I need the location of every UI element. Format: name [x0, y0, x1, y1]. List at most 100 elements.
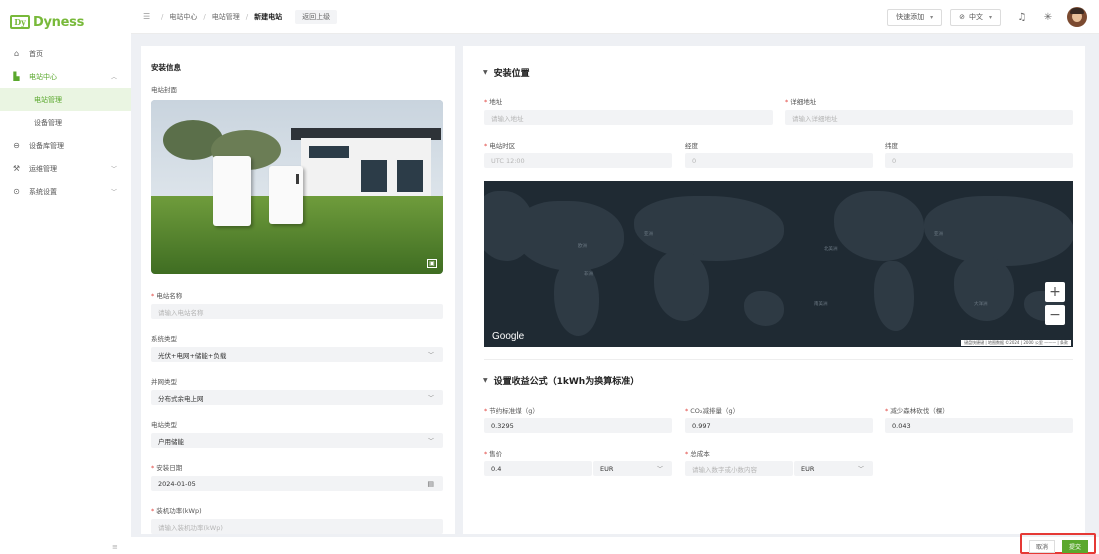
sun-icon[interactable]: ✳	[1039, 8, 1057, 26]
breadcrumb: / 电站中心 / 电站管理 / 新建电站	[158, 12, 285, 22]
total-cost-input[interactable]: 请输入数字或小数内容	[685, 461, 793, 476]
top-right-tools: 快速添加 ▾ ⊘ 中文 ▾ ♫ ✳	[887, 0, 1099, 34]
address-input[interactable]: 请输入地址	[484, 110, 773, 125]
price-currency-select[interactable]: EUR ﹀	[593, 461, 672, 476]
grid-type-label: 并网类型	[151, 378, 177, 386]
install-date-label: * 安装日期	[151, 464, 183, 472]
cover-battery-unit	[213, 156, 251, 226]
longitude-input[interactable]: 0	[685, 153, 873, 168]
submit-button[interactable]: 提交	[1062, 540, 1088, 553]
location-map[interactable]: 欧洲 亚洲 非洲 北美洲 南美洲 亚洲 大洋洲 Google + − 键盘快捷键…	[484, 181, 1073, 347]
tools-icon: ⚒	[12, 164, 21, 173]
language-dropdown[interactable]: ⊘ 中文 ▾	[950, 8, 1001, 26]
logo-mark: Dy	[10, 15, 30, 29]
location-section-title[interactable]: ▼ 安装位置	[483, 66, 530, 79]
back-button[interactable]: 返回上级	[295, 9, 338, 24]
sidebar-item-system-settings[interactable]: ⊙ 系统设置 ﹀	[0, 180, 131, 203]
tree-saving-label: * 减少森林砍伐（棵）	[885, 407, 949, 415]
google-logo: Google	[492, 331, 525, 342]
chevron-down-icon: ▾	[930, 13, 934, 21]
system-type-label: 系统类型	[151, 335, 177, 343]
total-cost-label: * 总成本	[685, 450, 710, 458]
location-title-text: 安装位置	[493, 69, 530, 79]
avatar[interactable]	[1067, 7, 1087, 27]
price-currency-value: EUR	[600, 464, 614, 473]
install-info-panel: 安装信息 电站封面 ▣ * 电站名称 请输入电站名称 系统类型 光伏+电网+储能+…	[141, 46, 455, 534]
chevron-down-icon: ﹀	[427, 352, 434, 359]
breadcrumb-separator: /	[203, 12, 206, 21]
cancel-button[interactable]: 取消	[1029, 540, 1055, 553]
coal-saving-input[interactable]: 0.3295	[484, 418, 672, 433]
map-place-label: 非洲	[584, 272, 593, 277]
co2-reduction-input[interactable]: 0.997	[685, 418, 873, 433]
map-place-label: 亚洲	[934, 232, 943, 237]
bell-icon[interactable]: ♫	[1013, 8, 1031, 26]
logo-wordmark: Dyness	[33, 14, 85, 30]
capacity-input[interactable]: 请输入装机功率(kWp)	[151, 519, 443, 534]
cover-window	[309, 146, 349, 158]
map-land	[924, 196, 1073, 266]
dyness-logo[interactable]: Dy Dyness	[10, 14, 84, 30]
detail-address-label: * 详细地址	[785, 98, 817, 106]
chevron-up-icon: ︿	[110, 74, 117, 81]
latitude-input[interactable]: 0	[885, 153, 1073, 168]
sidebar-item-device-library[interactable]: ⊖ 设备库管理	[0, 134, 131, 157]
chevron-down-icon: ﹀	[656, 466, 663, 473]
breadcrumb-item[interactable]: 电站管理	[209, 12, 243, 22]
map-land	[874, 261, 914, 331]
cover-label: 电站封面	[151, 86, 177, 94]
timezone-label: * 电站时区	[484, 142, 516, 150]
grid-type-select[interactable]: 分布式余电上网 ﹀	[151, 390, 443, 405]
sidebar-item-label: 电站中心	[29, 72, 57, 81]
footer-bar	[131, 537, 1099, 554]
revenue-section-title[interactable]: ▼ 设置收益公式（1kWh为换算标准）	[483, 374, 639, 387]
install-date-picker[interactable]: 2024-01-05 ▤	[151, 476, 443, 491]
cost-currency-select[interactable]: EUR ﹀	[794, 461, 873, 476]
map-place-label: 北美洲	[824, 247, 838, 252]
sidebar-item-label: 设备库管理	[29, 141, 64, 150]
sidebar-item-station-center[interactable]: ▙ 电站中心 ︿	[0, 65, 131, 88]
system-type-select[interactable]: 光伏+电网+储能+负载 ﹀	[151, 347, 443, 362]
breadcrumb-separator: /	[161, 12, 164, 21]
map-land	[744, 291, 784, 326]
calendar-icon: ▤	[427, 479, 434, 488]
breadcrumb-separator: /	[245, 12, 249, 21]
collapse-triangle-icon: ▼	[483, 69, 488, 76]
station-cover-image[interactable]: ▣	[151, 100, 443, 274]
cover-window	[397, 160, 423, 192]
map-land	[834, 191, 924, 261]
system-type-value: 光伏+电网+储能+负载	[158, 351, 227, 360]
coal-saving-label: * 节约标准煤（g）	[484, 407, 539, 415]
grid-type-value: 分布式余电上网	[158, 394, 204, 403]
map-zoom-in-button[interactable]: +	[1045, 282, 1065, 302]
cost-currency-value: EUR	[801, 464, 815, 473]
map-attribution[interactable]: 键盘快捷键 | 地图数据 ©2024 | 2000 公里 ——— | 条款	[961, 340, 1071, 346]
map-place-label: 南美洲	[814, 302, 828, 307]
address-label: * 地址	[484, 98, 503, 106]
detail-address-input[interactable]: 请输入详细地址	[785, 110, 1073, 125]
map-zoom-out-button[interactable]: −	[1045, 305, 1065, 325]
breadcrumb-item[interactable]: 电站中心	[166, 12, 200, 22]
timezone-input[interactable]: UTC 12:00	[484, 153, 672, 168]
database-icon: ⊖	[13, 141, 20, 150]
sidebar-item-home[interactable]: ⌂ 首页	[0, 42, 131, 65]
map-land	[654, 251, 709, 321]
sidebar-item-operations[interactable]: ⚒ 运维管理 ﹀	[0, 157, 131, 180]
top-bar: ☰ / 电站中心 / 电站管理 / 新建电站 返回上级 快速添加 ▾ ⊘ 中文 …	[131, 0, 1099, 34]
price-input[interactable]: 0.4	[484, 461, 592, 476]
cover-inverter-unit	[269, 166, 303, 224]
sidebar-collapse-icon[interactable]: ≡	[112, 543, 118, 551]
home-icon: ⌂	[13, 49, 20, 58]
station-type-select[interactable]: 户用储能 ﹀	[151, 433, 443, 448]
menu-toggle-icon[interactable]: ☰	[143, 12, 152, 21]
install-date-value: 2024-01-05	[158, 479, 196, 488]
sidebar-item-station-management[interactable]: 电站管理	[0, 88, 131, 111]
map-land	[634, 196, 784, 261]
quick-add-label: 快速添加	[896, 13, 925, 21]
tree-saving-input[interactable]: 0.043	[885, 418, 1073, 433]
sidebar-nav: ⌂ 首页 ▙ 电站中心 ︿ 电站管理 设备管理 ⊖ 设备库管理 ⚒ 运维管理 ﹀…	[0, 42, 131, 203]
quick-add-dropdown[interactable]: 快速添加 ▾	[887, 8, 943, 26]
sidebar-item-device-management[interactable]: 设备管理	[0, 111, 131, 134]
image-icon[interactable]: ▣	[427, 259, 437, 268]
station-name-input[interactable]: 请输入电站名称	[151, 304, 443, 319]
